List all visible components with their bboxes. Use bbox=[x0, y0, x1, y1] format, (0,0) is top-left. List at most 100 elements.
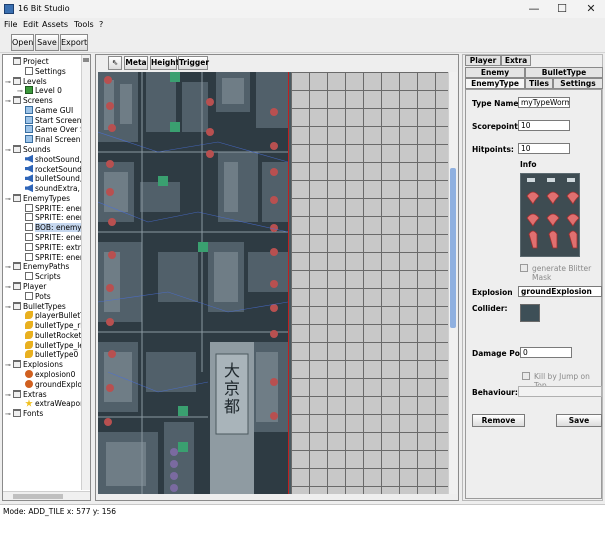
bullet-icon bbox=[25, 330, 33, 339]
tree-handle-icon[interactable]: ⊸ bbox=[5, 262, 13, 272]
editor-vertical-scrollbar[interactable] bbox=[448, 72, 457, 494]
tree-item[interactable]: Game GUI bbox=[17, 105, 73, 116]
tree-handle-icon[interactable]: ⊸ bbox=[5, 302, 13, 312]
folder-icon bbox=[13, 301, 21, 310]
sound-icon bbox=[25, 154, 33, 163]
tree-item-label: Settings bbox=[35, 66, 66, 76]
tree-item[interactable]: playerBulletType bbox=[17, 311, 90, 321]
folder-icon bbox=[13, 389, 21, 398]
menu-edit[interactable]: Edit bbox=[23, 20, 39, 29]
tree-handle-icon[interactable]: ⊸ bbox=[5, 390, 13, 400]
tree-item[interactable]: ⊸ BulletTypes bbox=[5, 301, 66, 312]
tree-item[interactable]: ⊸ EnemyPaths bbox=[5, 262, 69, 272]
tree-item[interactable]: bulletType_right bbox=[17, 321, 90, 331]
tree-item-label: bulletRocket0 bbox=[35, 330, 87, 340]
maximize-button[interactable]: ☐ bbox=[548, 1, 576, 16]
export-button[interactable]: Export bbox=[60, 34, 88, 51]
tree-handle-icon[interactable]: ⊸ bbox=[5, 282, 13, 292]
behaviour-dropdown[interactable] bbox=[518, 386, 602, 397]
tree-item[interactable]: BOB: enemyTyp bbox=[17, 223, 90, 233]
tree-item[interactable]: SPRITE: enemy bbox=[17, 203, 90, 214]
tree-item[interactable]: rocketSound, P: bbox=[17, 164, 90, 175]
explosion-dropdown[interactable]: groundExplosion bbox=[518, 286, 602, 297]
scorepoints-field[interactable]: 10 bbox=[518, 120, 570, 131]
editor-scroll-thumb[interactable] bbox=[450, 168, 456, 328]
save-enemytype-button[interactable]: Save bbox=[556, 414, 602, 427]
tree-handle-icon[interactable]: ⊸ bbox=[17, 86, 25, 96]
tree-scroll-thumb[interactable] bbox=[13, 494, 63, 499]
tree-item[interactable]: Final Screen bbox=[17, 135, 80, 145]
tree-handle-icon[interactable]: ⊸ bbox=[5, 194, 13, 204]
height-button[interactable]: Height bbox=[150, 56, 179, 70]
meta-button[interactable]: Meta bbox=[124, 56, 148, 70]
tab-enemy[interactable]: Enemy bbox=[465, 67, 525, 78]
level-map-canvas[interactable]: 大 京 都 bbox=[98, 72, 288, 494]
scroll-up-icon[interactable] bbox=[83, 58, 89, 62]
trigger-button[interactable]: Trigger bbox=[178, 56, 209, 70]
tree-handle-icon[interactable]: ⊸ bbox=[5, 145, 13, 155]
tab-player[interactable]: Player bbox=[465, 55, 501, 66]
kill-jump-checkbox[interactable] bbox=[522, 372, 530, 380]
pointer-tool-button[interactable]: ⇖ bbox=[108, 56, 122, 70]
tree-item[interactable]: SPRITE: enemy bbox=[17, 213, 90, 223]
remove-button[interactable]: Remove bbox=[472, 414, 525, 427]
tree-item[interactable]: groundExplosio bbox=[17, 379, 90, 390]
screen-icon bbox=[25, 135, 33, 144]
damage-points-field[interactable]: 0 bbox=[520, 347, 572, 358]
tree-item[interactable]: Project bbox=[5, 57, 49, 67]
blitter-mask-checkbox[interactable] bbox=[520, 264, 528, 272]
tree-item[interactable]: bulletSound, P: bbox=[17, 174, 90, 184]
scorepoints-label: Scorepoints bbox=[472, 122, 523, 131]
tree-item[interactable]: ⊸ EnemyTypes bbox=[5, 193, 70, 204]
type-name-field[interactable]: myTypeWorm0 bbox=[518, 97, 570, 108]
tree-item[interactable]: bulletType0 bbox=[17, 350, 78, 360]
tree-item[interactable]: ⊸ Fonts bbox=[5, 409, 43, 419]
menu-assets[interactable]: Assets bbox=[42, 20, 68, 29]
tree-item-label: Project bbox=[23, 57, 49, 66]
tree-item[interactable]: Settings bbox=[17, 66, 66, 77]
menu-help[interactable]: ? bbox=[99, 20, 103, 29]
tree-item[interactable]: ⊸ Explosions bbox=[5, 360, 63, 370]
collider-color-swatch[interactable] bbox=[520, 304, 540, 322]
tree-handle-icon[interactable]: ⊸ bbox=[5, 360, 13, 370]
page-icon bbox=[25, 213, 33, 222]
tree-item[interactable]: shootSound, P: bbox=[17, 154, 90, 165]
tree-handle-icon[interactable]: ⊸ bbox=[5, 409, 13, 419]
tree-item[interactable]: Start Screen bbox=[17, 115, 82, 126]
close-button[interactable]: ✕ bbox=[577, 1, 605, 16]
tree-item[interactable]: ⊸ Player bbox=[5, 281, 46, 292]
tab-bullettype[interactable]: BulletType bbox=[525, 67, 603, 78]
tree-handle-icon[interactable]: ⊸ bbox=[5, 77, 13, 87]
tree-item[interactable]: bulletType_left_ bbox=[17, 340, 90, 351]
save-button[interactable]: Save bbox=[35, 34, 59, 51]
tree-handle-icon[interactable]: ⊸ bbox=[5, 96, 13, 106]
tree-item[interactable]: extraWeapon bbox=[17, 399, 85, 409]
tree-item[interactable]: SPRITE: enemy bbox=[17, 233, 90, 243]
hitpoints-field[interactable]: 10 bbox=[518, 143, 570, 154]
tree-item[interactable]: ⊸ Level 0 bbox=[17, 86, 62, 96]
tree-item[interactable]: ⊸ Screens bbox=[5, 96, 53, 106]
tree-item[interactable]: Scripts bbox=[17, 272, 61, 282]
tree-vertical-scrollbar[interactable] bbox=[81, 55, 90, 490]
tab-extra[interactable]: Extra bbox=[501, 55, 531, 66]
type-name-label: Type Name: bbox=[472, 99, 522, 108]
menu-file[interactable]: File bbox=[4, 20, 17, 29]
tree-item[interactable]: bulletRocket0 bbox=[17, 330, 87, 341]
tree-item[interactable]: soundExtra, P: C bbox=[17, 184, 90, 194]
tree-item[interactable]: ⊸ Extras bbox=[5, 389, 47, 400]
tab-enemytype[interactable]: EnemyType bbox=[465, 78, 525, 89]
tree-item[interactable]: explosion0 bbox=[17, 369, 75, 380]
tree-item[interactable]: ⊸ Sounds bbox=[5, 145, 51, 155]
tree-horizontal-scrollbar[interactable] bbox=[3, 491, 90, 500]
menu-tools[interactable]: Tools bbox=[74, 20, 94, 29]
minimize-button[interactable]: — bbox=[520, 1, 548, 16]
tree-item[interactable]: Game Over Scre bbox=[17, 125, 90, 135]
tree-item[interactable]: SPRITE: extraTy bbox=[17, 242, 90, 253]
tree-item[interactable]: Pots bbox=[17, 291, 51, 302]
open-button[interactable]: Open bbox=[11, 34, 34, 51]
tab-tiles[interactable]: Tiles bbox=[525, 78, 553, 89]
tab-settings[interactable]: Settings bbox=[553, 78, 603, 89]
tile-grid[interactable] bbox=[291, 72, 448, 494]
tree-item[interactable]: ⊸ Levels bbox=[5, 76, 47, 87]
tree-item[interactable]: SPRITE: enemy bbox=[17, 252, 90, 263]
